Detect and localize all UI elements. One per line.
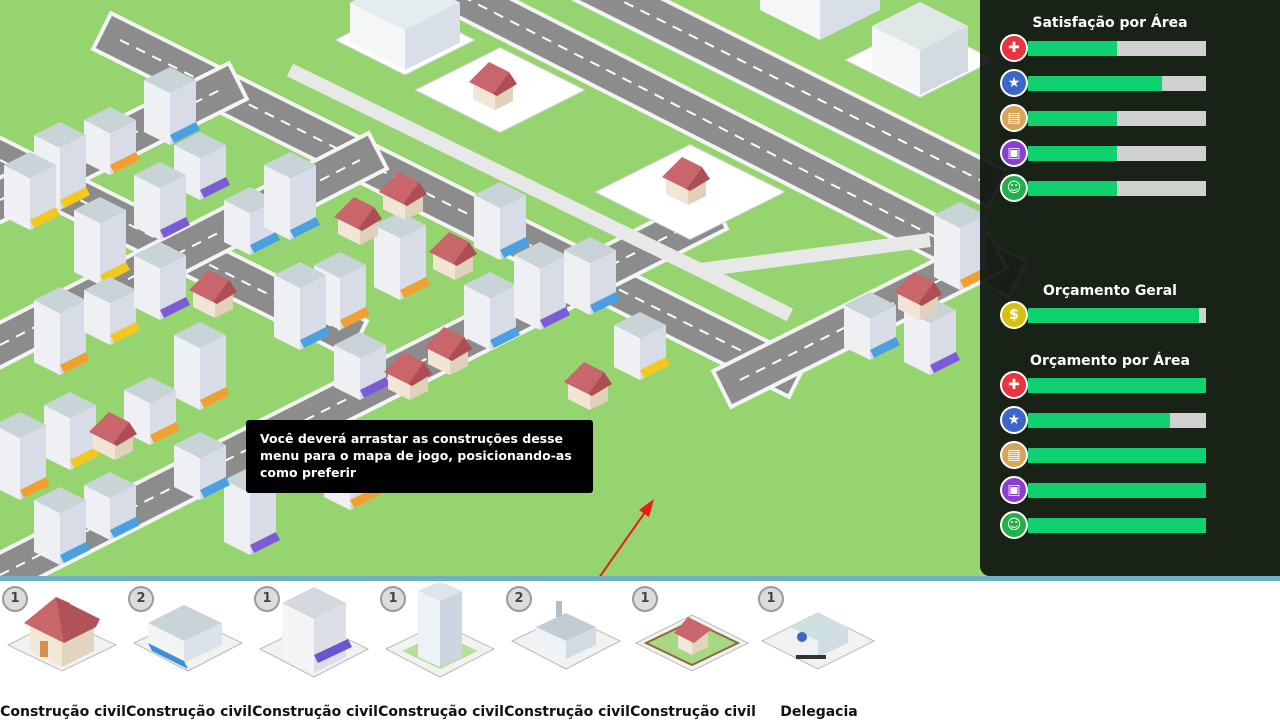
satisfaction-meter-track — [1028, 181, 1206, 196]
build-item-count: 1 — [758, 586, 784, 612]
city-building-8 — [4, 152, 60, 230]
satisfaction-meter-education: ▤ — [1000, 104, 1210, 132]
build-menu: 1 Construção civil 2 Construção civil 1 Const… — [0, 576, 1280, 720]
bus-icon: ▣ — [1000, 139, 1028, 167]
satisfaction-meter-security: ★ — [1000, 69, 1210, 97]
city-building-29 — [474, 182, 530, 260]
city-building-26 — [564, 237, 620, 315]
build-item-shop-blue-awning[interactable]: 2 Construção civil — [126, 581, 252, 720]
build-item-label: Delegacia — [780, 704, 858, 720]
city-building-15 — [0, 412, 50, 500]
budget-general-meter-fill — [1028, 308, 1199, 323]
budget-area-meter-leisure: ☺ — [1000, 511, 1210, 539]
city-building-6 — [74, 197, 130, 285]
build-item-label: Construção civil — [252, 704, 378, 720]
build-item-count: 1 — [632, 586, 658, 612]
budget-general-meter-track — [1028, 308, 1206, 323]
smiley-icon: ☺ — [1000, 174, 1028, 202]
build-item-label: Construção civil — [630, 704, 756, 720]
build-item-count: 2 — [506, 586, 532, 612]
budget-area-meter-health: ✚ — [1000, 371, 1210, 399]
budget-area-title: Orçamento por Área — [1030, 353, 1190, 369]
build-item-house[interactable]: 1 Construção civil — [0, 581, 126, 720]
satisfaction-title: Satisfação por Área — [1032, 15, 1188, 31]
city-building-21 — [374, 212, 430, 300]
book-icon: ▤ — [1000, 441, 1028, 469]
build-item-label: Construção civil — [126, 704, 252, 720]
budget-area-meter-fill — [1028, 448, 1206, 463]
police-badge-icon: ★ — [1000, 69, 1028, 97]
build-item-label: Construção civil — [0, 704, 126, 720]
build-item-label: Construção civil — [378, 704, 504, 720]
satisfaction-meter-fill — [1028, 111, 1117, 126]
budget-area-meter-fill — [1028, 518, 1206, 533]
satisfaction-meter-fill — [1028, 41, 1117, 56]
satisfaction-meter-leisure: ☺ — [1000, 174, 1210, 202]
satisfaction-meter-fill — [1028, 76, 1162, 91]
budget-area-meter-track — [1028, 448, 1206, 463]
budget-area-meter-fill — [1028, 378, 1206, 393]
budget-area-meter-track — [1028, 413, 1206, 428]
city-building-23 — [464, 272, 520, 350]
budget-area-meter-fill — [1028, 483, 1206, 498]
satisfaction-meter-fill — [1028, 181, 1117, 196]
budget-area-meter-transport: ▣ — [1000, 476, 1210, 504]
city-building-27 — [274, 262, 330, 350]
budget-area-meter-track — [1028, 378, 1206, 393]
budget-general-meter-general: $ — [1000, 301, 1210, 329]
satisfaction-meter-track — [1028, 76, 1206, 91]
satisfaction-meter-fill — [1028, 146, 1117, 161]
city-building-11 — [134, 242, 190, 320]
satisfaction-meter-transport: ▣ — [1000, 139, 1210, 167]
build-item-count: 2 — [128, 586, 154, 612]
city-building-2 — [144, 67, 200, 145]
tutorial-tooltip: Você deverá arrastar as construções dess… — [246, 420, 593, 493]
budget-area-meter-fill — [1028, 413, 1171, 428]
stats-panel: Satisfação por Área ✚ ★ ▤ ▣ ☺ Orçamento Gera… — [980, 0, 1280, 576]
budget-area-meter-track — [1028, 483, 1206, 498]
book-icon: ▤ — [1000, 104, 1028, 132]
bus-icon: ▣ — [1000, 476, 1028, 504]
satisfaction-meter-track — [1028, 146, 1206, 161]
satisfaction-meter-track — [1028, 41, 1206, 56]
smiley-icon: ☺ — [1000, 511, 1028, 539]
build-item-label: Construção civil — [504, 704, 630, 720]
city-building-17 — [34, 487, 90, 565]
satisfaction-meter-track — [1028, 111, 1206, 126]
build-item-police-station[interactable]: 1 Delegacia — [756, 581, 882, 720]
money-icon: $ — [1000, 301, 1028, 329]
police-badge-icon: ★ — [1000, 406, 1028, 434]
city-building-30 — [264, 152, 320, 240]
budget-area-meter-security: ★ — [1000, 406, 1210, 434]
build-item-apartment-purple-awning[interactable]: 1 Construção civil — [252, 581, 378, 720]
build-item-count: 1 — [380, 586, 406, 612]
city-building-9 — [34, 287, 90, 375]
budget-area-meter-track — [1028, 518, 1206, 533]
health-cross-icon: ✚ — [1000, 34, 1028, 62]
city-building-5 — [134, 162, 190, 240]
build-item-count: 1 — [254, 586, 280, 612]
build-item-tower[interactable]: 1 Construção civil — [378, 581, 504, 720]
build-item-factory[interactable]: 2 Construção civil — [504, 581, 630, 720]
city-building-24 — [514, 242, 570, 330]
health-cross-icon: ✚ — [1000, 371, 1028, 399]
city-building-12 — [174, 322, 230, 410]
build-item-count: 1 — [2, 586, 28, 612]
satisfaction-meter-health: ✚ — [1000, 34, 1210, 62]
budget-general-title: Orçamento Geral — [1043, 283, 1177, 299]
budget-area-meter-education: ▤ — [1000, 441, 1210, 469]
build-item-fenced-house[interactable]: 1 Construção civil — [630, 581, 756, 720]
